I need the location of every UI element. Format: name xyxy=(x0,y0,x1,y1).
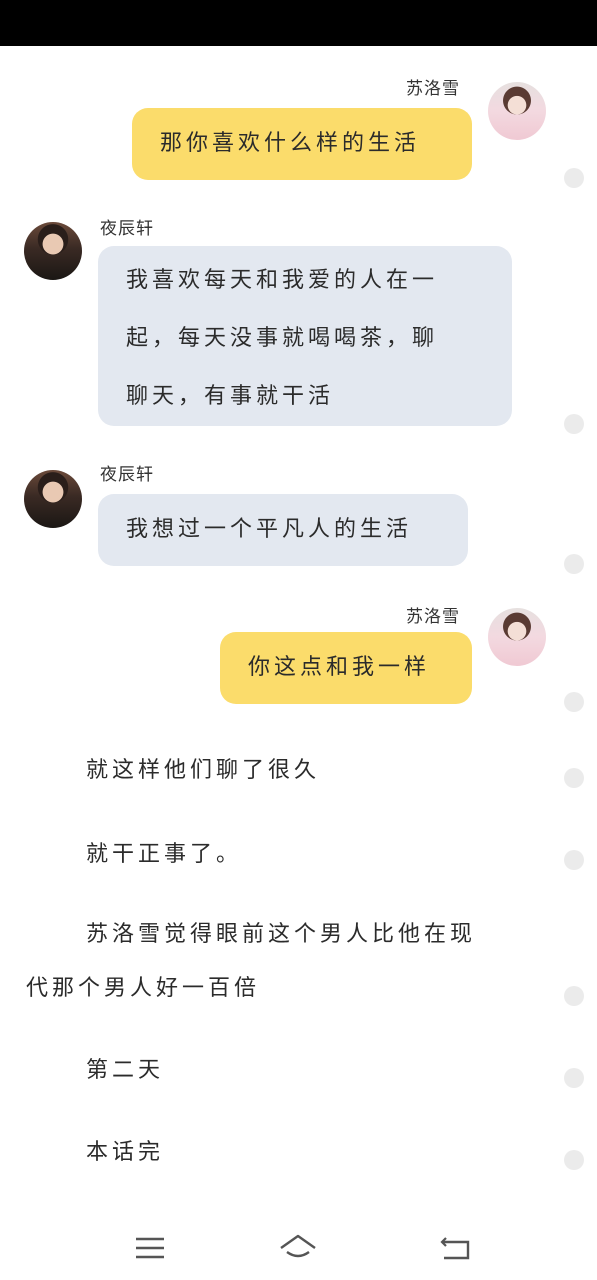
avatar xyxy=(488,82,546,140)
narration-text: 第二天 xyxy=(86,1058,165,1083)
comment-dot[interactable] xyxy=(564,1068,584,1088)
back-icon[interactable] xyxy=(436,1230,476,1266)
sender-name: 夜辰轩 xyxy=(100,219,154,239)
narration-text: 就这样他们聊了很久 xyxy=(86,758,321,783)
comment-dot[interactable] xyxy=(564,554,584,574)
bubble-line: 起，每天没事就喝喝茶，聊 xyxy=(126,326,439,351)
home-icon[interactable] xyxy=(278,1230,318,1266)
comment-dot[interactable] xyxy=(564,850,584,870)
chat-bubble: 我喜欢每天和我爱的人在一 起，每天没事就喝喝茶，聊 聊天，有事就干活 xyxy=(98,246,512,426)
avatar xyxy=(24,470,82,528)
bubble-line: 聊天，有事就干活 xyxy=(126,384,335,409)
avatar xyxy=(24,222,82,280)
chat-bubble: 你这点和我一样 xyxy=(220,632,472,704)
comment-dot[interactable] xyxy=(564,986,584,1006)
status-bar xyxy=(0,0,597,46)
chat-bubble: 我想过一个平凡人的生活 xyxy=(98,494,468,566)
narration-text: 就干正事了。 xyxy=(86,842,243,867)
narration-text: 苏洛雪觉得眼前这个男人比他在现 xyxy=(86,922,477,947)
comment-dot[interactable] xyxy=(564,768,584,788)
narration-text: 代那个男人好一百倍 xyxy=(26,976,261,1001)
bubble-line: 我喜欢每天和我爱的人在一 xyxy=(126,268,439,293)
sender-name: 夜辰轩 xyxy=(100,465,154,485)
comment-dot[interactable] xyxy=(564,414,584,434)
avatar xyxy=(488,608,546,666)
sender-name: 苏洛雪 xyxy=(406,79,460,99)
comic-content[interactable]: 苏洛雪 那你喜欢什么样的生活 夜辰轩 我喜欢每天和我爱的人在一 起，每天没事就喝… xyxy=(0,46,597,1216)
comment-dot[interactable] xyxy=(564,1150,584,1170)
comment-dot[interactable] xyxy=(564,692,584,712)
chat-bubble: 那你喜欢什么样的生活 xyxy=(132,108,472,180)
sender-name: 苏洛雪 xyxy=(406,607,460,627)
narration-text: 本话完 xyxy=(86,1140,165,1165)
comment-dot[interactable] xyxy=(564,168,584,188)
menu-icon[interactable] xyxy=(130,1230,170,1266)
system-nav-bar xyxy=(0,1216,597,1280)
